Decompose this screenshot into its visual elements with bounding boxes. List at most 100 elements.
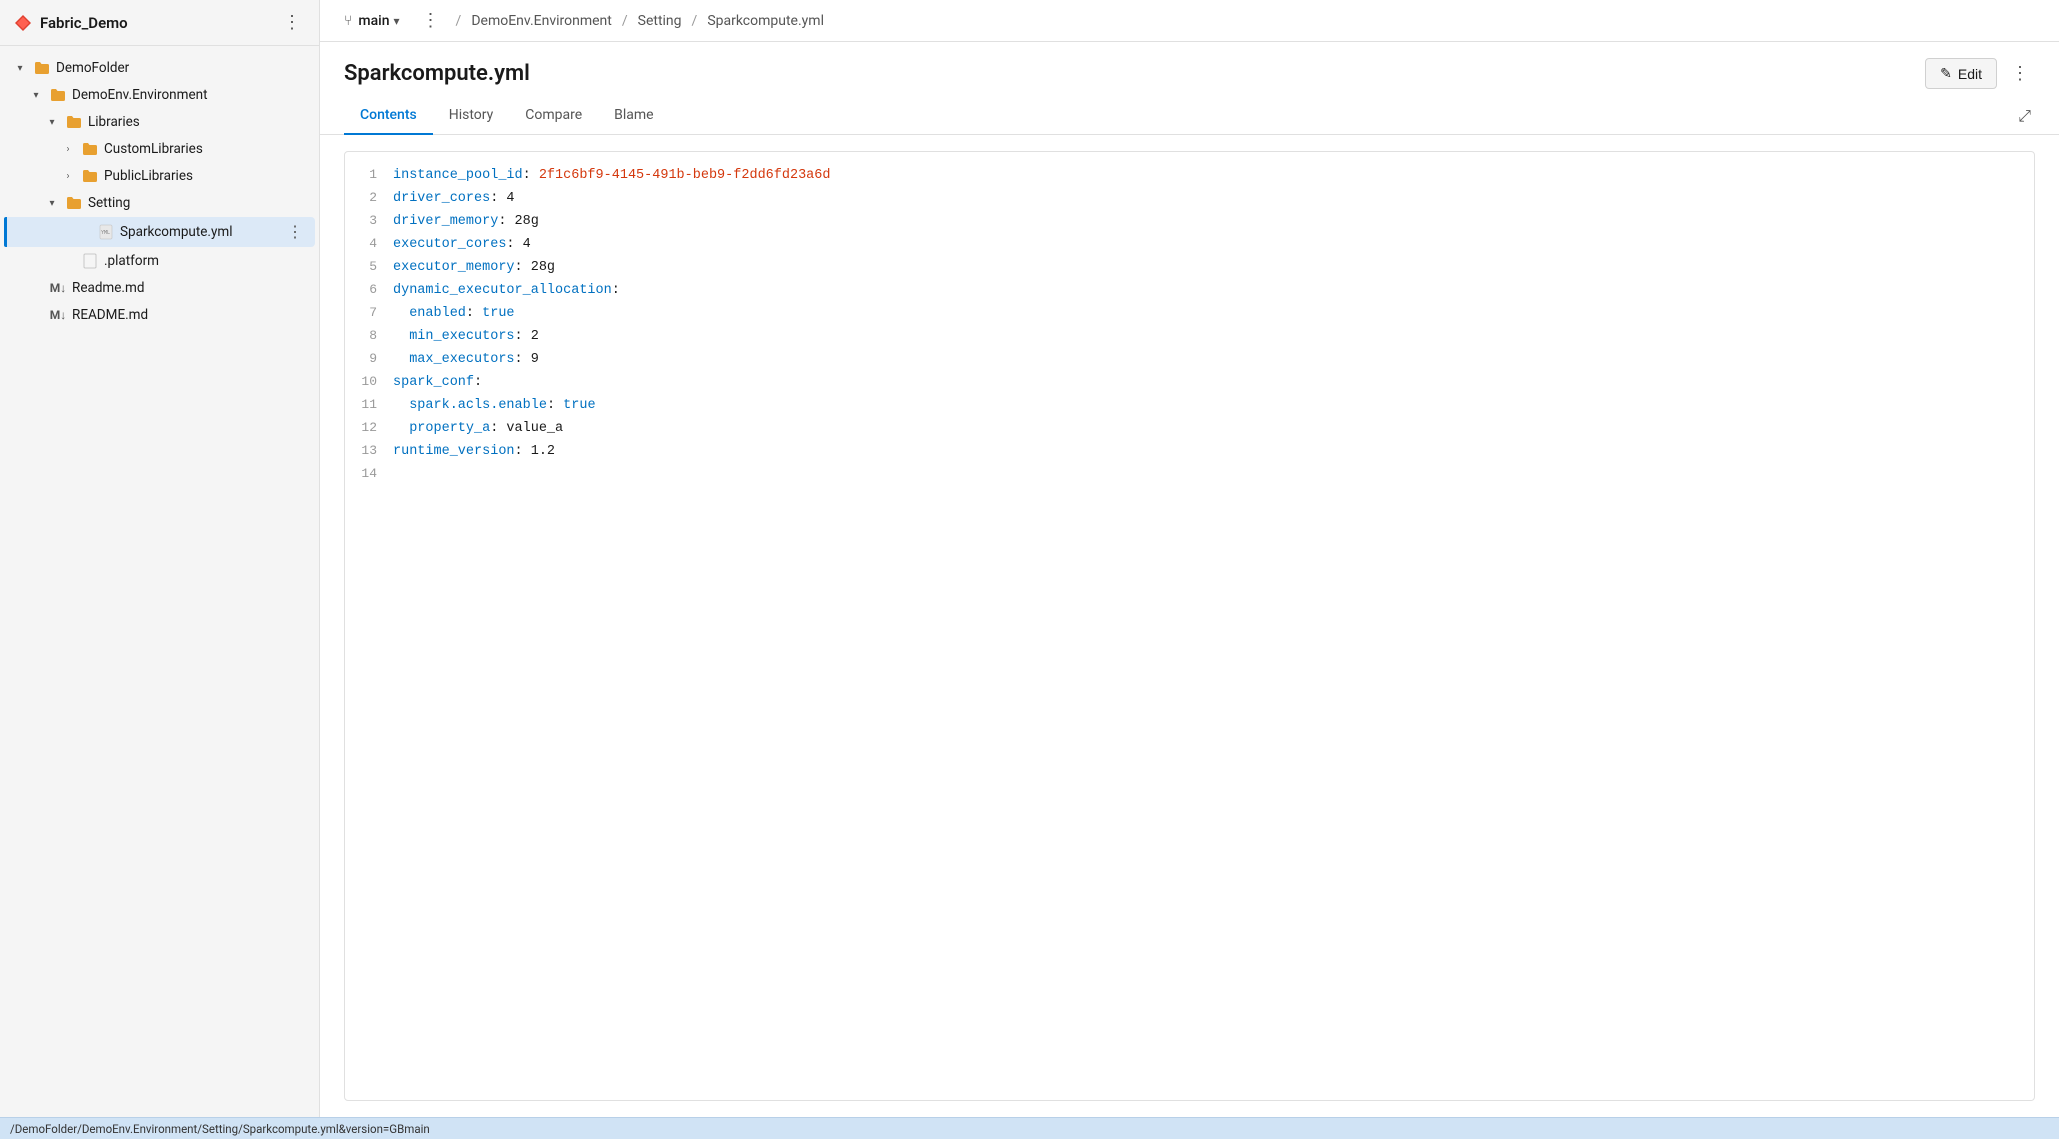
value-token: 2f1c6bf9-4145-491b-beb9-f2dd6fd23a6d xyxy=(539,168,831,183)
tab-contents[interactable]: Contents xyxy=(344,97,433,135)
line-content: driver_memory: 28g xyxy=(393,211,2034,233)
line-content: instance_pool_id: 2f1c6bf9-4145-491b-beb… xyxy=(393,165,2034,187)
line-content: enabled: true xyxy=(393,303,2034,325)
sidebar-item-libraries[interactable]: ▾ Libraries xyxy=(4,109,315,135)
sidebar-item-setting[interactable]: ▾ Setting xyxy=(4,190,315,216)
placeholder-icon xyxy=(28,280,44,296)
sidebar-item-publiclibraries[interactable]: › PublicLibraries xyxy=(4,163,315,189)
branch-selector[interactable]: ⑂ main ▾ xyxy=(336,9,408,33)
line-number: 14 xyxy=(345,463,393,485)
code-line-2: 2 driver_cores: 4 xyxy=(345,187,2034,210)
folder-icon xyxy=(81,167,99,185)
fabric-logo-icon xyxy=(14,14,32,32)
sidebar-header: Fabric_Demo ⋮ xyxy=(0,0,319,46)
code-line-6: 6 dynamic_executor_allocation: xyxy=(345,279,2034,302)
code-line-8: 8 min_executors: 2 xyxy=(345,325,2034,348)
sidebar-tree: ▾ DemoFolder ▾ DemoEnv.Environment ▾ xyxy=(0,46,319,1117)
code-line-4: 4 executor_cores: 4 xyxy=(345,233,2034,256)
breadcrumb-sparkcompute[interactable]: Sparkcompute.yml xyxy=(707,13,824,29)
line-content: executor_cores: 4 xyxy=(393,234,2034,256)
line-number: 11 xyxy=(345,394,393,416)
code-line-5: 5 executor_memory: 28g xyxy=(345,256,2034,279)
chevron-down-icon: ▾ xyxy=(28,87,44,103)
file-icon xyxy=(81,252,99,270)
code-line-11: 11 spark.acls.enable: true xyxy=(345,394,2034,417)
tab-blame[interactable]: Blame xyxy=(598,97,669,135)
md-file-icon: M↓ xyxy=(49,279,67,297)
line-number: 13 xyxy=(345,440,393,462)
sidebar-item-README-md[interactable]: M↓ README.md xyxy=(4,302,315,328)
value-token: 9 xyxy=(531,352,539,367)
value-token: 2 xyxy=(531,329,539,344)
topbar-more-button[interactable]: ⋮ xyxy=(416,8,446,33)
key-token: driver_cores xyxy=(393,191,490,206)
file-more-button[interactable]: ⋮ xyxy=(2005,59,2035,88)
sidebar-item-label: CustomLibraries xyxy=(104,141,307,157)
line-content: max_executors: 9 xyxy=(393,349,2034,371)
line-number: 5 xyxy=(345,256,393,278)
placeholder-icon xyxy=(60,253,76,269)
sidebar-title: Fabric_Demo xyxy=(40,14,128,32)
line-number: 12 xyxy=(345,417,393,439)
md-file-icon: M↓ xyxy=(49,306,67,324)
line-number: 7 xyxy=(345,302,393,324)
sidebar-item-label: Sparkcompute.yml xyxy=(120,224,283,240)
line-number: 1 xyxy=(345,164,393,186)
sidebar-item-sparkcompute[interactable]: YML Sparkcompute.yml ⋮ xyxy=(4,217,315,247)
breadcrumb-separator: / xyxy=(456,13,462,29)
branch-icon: ⑂ xyxy=(344,13,352,29)
line-content: executor_memory: 28g xyxy=(393,257,2034,279)
sparkcompute-more-button[interactable]: ⋮ xyxy=(283,221,307,243)
value-token: true xyxy=(563,398,595,413)
chevron-down-icon: ▾ xyxy=(44,114,60,130)
branch-name: main xyxy=(358,13,389,29)
line-number: 6 xyxy=(345,279,393,301)
sidebar-item-label: .platform xyxy=(104,253,307,269)
expand-icon[interactable]: ⤢ xyxy=(2014,102,2035,130)
line-content: spark.acls.enable: true xyxy=(393,395,2034,417)
sidebar: Fabric_Demo ⋮ ▾ DemoFolder ▾ DemoEnv.Env… xyxy=(0,0,320,1117)
value-token: 4 xyxy=(523,237,531,252)
chevron-right-icon: › xyxy=(60,141,76,157)
key-token: instance_pool_id xyxy=(393,168,523,183)
line-content: min_executors: 2 xyxy=(393,326,2034,348)
sidebar-more-button[interactable]: ⋮ xyxy=(279,10,305,35)
line-content: spark_conf: xyxy=(393,372,2034,394)
sidebar-item-demoenv[interactable]: ▾ DemoEnv.Environment xyxy=(4,82,315,108)
key-token: property_a xyxy=(409,421,490,436)
key-token: driver_memory xyxy=(393,214,498,229)
folder-icon xyxy=(33,59,51,77)
sidebar-item-platform[interactable]: .platform xyxy=(4,248,315,274)
tab-compare[interactable]: Compare xyxy=(509,97,598,135)
status-bar: /DemoFolder/DemoEnv.Environment/Setting/… xyxy=(0,1117,2059,1139)
code-line-12: 12 property_a: value_a xyxy=(345,417,2034,440)
key-token: enabled xyxy=(409,306,466,321)
chevron-down-icon: ▾ xyxy=(44,195,60,211)
sidebar-item-readme-md[interactable]: M↓ Readme.md xyxy=(4,275,315,301)
folder-icon xyxy=(49,86,67,104)
key-token: dynamic_executor_allocation xyxy=(393,283,612,298)
value-token: value_a xyxy=(506,421,563,436)
pencil-icon: ✎ xyxy=(1940,65,1952,82)
value-token: 28g xyxy=(515,214,539,229)
tabs: Contents History Compare Blame xyxy=(344,97,670,134)
line-number: 4 xyxy=(345,233,393,255)
line-number: 2 xyxy=(345,187,393,209)
sidebar-item-label: Libraries xyxy=(88,114,307,130)
key-token: spark_conf xyxy=(393,375,474,390)
tab-history[interactable]: History xyxy=(433,97,510,135)
sidebar-item-customlibraries[interactable]: › CustomLibraries xyxy=(4,136,315,162)
sidebar-item-label: Readme.md xyxy=(72,280,307,296)
breadcrumb-setting[interactable]: Setting xyxy=(638,13,682,29)
chevron-down-icon: ▾ xyxy=(12,60,28,76)
breadcrumb-demoenv[interactable]: DemoEnv.Environment xyxy=(471,13,612,29)
placeholder-icon xyxy=(76,224,92,240)
line-content: property_a: value_a xyxy=(393,418,2034,440)
value-token: 1.2 xyxy=(531,444,555,459)
line-number: 3 xyxy=(345,210,393,232)
value-token: 28g xyxy=(531,260,555,275)
sidebar-item-demofolder[interactable]: ▾ DemoFolder xyxy=(4,55,315,81)
edit-button[interactable]: ✎ Edit xyxy=(1925,58,1997,89)
breadcrumb-separator: / xyxy=(692,13,698,29)
code-line-14: 14 xyxy=(345,463,2034,485)
